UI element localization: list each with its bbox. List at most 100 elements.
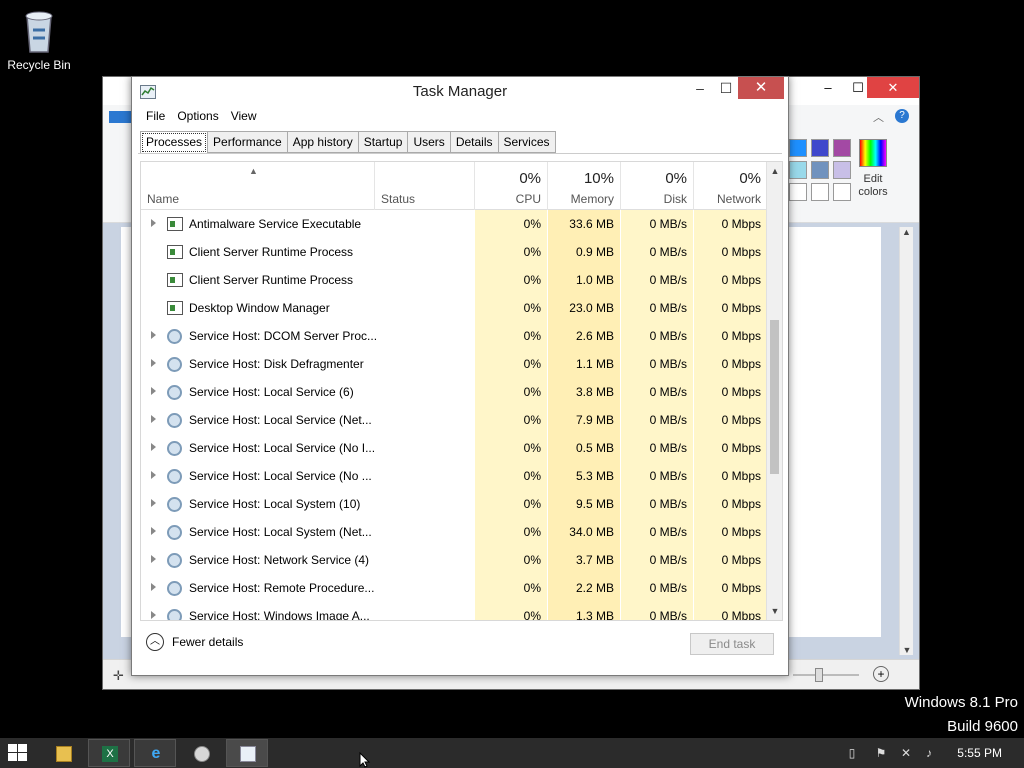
- disk-value: 0 MB/s: [621, 294, 693, 322]
- scroll-down-icon[interactable]: ▼: [767, 604, 782, 618]
- minimize-button[interactable]: –: [686, 77, 714, 99]
- color-swatch[interactable]: [833, 139, 851, 157]
- tab-services[interactable]: Services: [498, 131, 556, 153]
- paint-minimize-button[interactable]: –: [813, 77, 843, 98]
- edit-colors-icon[interactable]: [859, 139, 887, 167]
- flag-icon[interactable]: ⚑: [874, 746, 888, 760]
- scroll-down-icon[interactable]: ▼: [900, 645, 914, 655]
- tab-performance[interactable]: Performance: [208, 131, 288, 153]
- expand-arrow-icon[interactable]: [151, 499, 156, 507]
- tab-divider: [138, 153, 782, 154]
- network-value: 0 Mbps: [694, 322, 767, 350]
- task-manager-titlebar[interactable]: Task Manager – ☐ ✕: [132, 77, 788, 107]
- zoom-slider-thumb[interactable]: [815, 668, 823, 682]
- table-row[interactable]: Service Host: Local Service (No I... 0% 0.…: [141, 434, 767, 462]
- column-header-cpu[interactable]: 0% CPU: [475, 162, 548, 210]
- table-row[interactable]: Service Host: Disk Defragmenter 0% 1.1 MB 0…: [141, 350, 767, 378]
- menu-view[interactable]: View: [225, 107, 263, 127]
- expand-arrow-icon[interactable]: [151, 527, 156, 535]
- table-row[interactable]: Service Host: Local Service (6) 0% 3.8 MB 0…: [141, 378, 767, 406]
- table-row[interactable]: Desktop Window Manager 0% 23.0 MB 0 MB/s 0 M…: [141, 294, 767, 322]
- menu-options[interactable]: Options: [171, 107, 224, 127]
- expand-arrow-icon[interactable]: [151, 331, 156, 339]
- recycle-bin[interactable]: Recycle Bin: [6, 6, 72, 72]
- column-header-network[interactable]: 0% Network: [694, 162, 767, 210]
- color-swatch[interactable]: [811, 139, 829, 157]
- menu-file[interactable]: File: [140, 107, 171, 127]
- color-swatch[interactable]: [811, 183, 829, 201]
- help-icon[interactable]: ?: [895, 109, 909, 123]
- task-manager-window[interactable]: Task Manager – ☐ ✕ File Options View Pro…: [131, 76, 789, 676]
- expand-arrow-icon[interactable]: [151, 415, 156, 423]
- taskbar-clock[interactable]: 5:55 PM: [957, 746, 1002, 760]
- cpu-value: 0%: [475, 490, 547, 518]
- taskbar-file-explorer[interactable]: [42, 739, 84, 767]
- column-header-memory[interactable]: 10% Memory: [548, 162, 621, 210]
- paint-file-tab[interactable]: [109, 111, 131, 123]
- column-header-name[interactable]: Name: [141, 162, 375, 210]
- table-row[interactable]: Service Host: Local System (Net... 0% 34.0…: [141, 518, 767, 546]
- maximize-button[interactable]: ☐: [712, 77, 740, 99]
- scroll-up-icon[interactable]: ▲: [767, 164, 782, 178]
- memory-value: 3.8 MB: [548, 378, 620, 406]
- cpu-value: 0%: [475, 602, 547, 620]
- process-name: Service Host: Remote Procedure...: [189, 581, 375, 595]
- process-list-scrollbar[interactable]: ▲ ▼: [766, 162, 782, 620]
- scroll-up-icon[interactable]: ▲: [900, 227, 913, 237]
- color-swatch[interactable]: [833, 161, 851, 179]
- edit-colors-label[interactable]: Edit colors: [851, 173, 895, 199]
- taskbar-internet-explorer[interactable]: e: [134, 739, 176, 767]
- color-swatch[interactable]: [789, 139, 807, 157]
- table-row[interactable]: Service Host: Local Service (Net... 0% 7.9…: [141, 406, 767, 434]
- network-icon[interactable]: ✕: [899, 746, 913, 760]
- column-header-disk[interactable]: 0% Disk: [621, 162, 694, 210]
- paint-vertical-scrollbar[interactable]: ▲ ▼: [899, 227, 913, 655]
- table-row[interactable]: Service Host: Windows Image A... 0% 1.3 MB…: [141, 602, 767, 620]
- table-row[interactable]: Service Host: Local Service (No ... 0% 5.3…: [141, 462, 767, 490]
- tab-users[interactable]: Users: [408, 131, 451, 153]
- table-row[interactable]: Service Host: Network Service (4) 0% 3.7 M…: [141, 546, 767, 574]
- fewer-details-button[interactable]: ︿ Fewer details: [146, 633, 243, 651]
- table-row[interactable]: Client Server Runtime Process 0% 0.9 MB 0 M…: [141, 238, 767, 266]
- tab-startup[interactable]: Startup: [358, 131, 409, 153]
- memory-value: 1.0 MB: [548, 266, 620, 294]
- memory-value: 5.3 MB: [548, 462, 620, 490]
- expand-arrow-icon[interactable]: [151, 471, 156, 479]
- taskbar-task-manager[interactable]: [226, 739, 268, 767]
- table-row[interactable]: Service Host: DCOM Server Proc... 0% 2.6 M…: [141, 322, 767, 350]
- taskbar-excel[interactable]: X: [88, 739, 130, 767]
- volume-icon[interactable]: ♪: [922, 746, 936, 760]
- color-swatch[interactable]: [789, 183, 807, 201]
- color-swatch[interactable]: [811, 161, 829, 179]
- start-button[interactable]: [8, 744, 28, 762]
- color-swatch[interactable]: [833, 183, 851, 201]
- process-list[interactable]: ▲ Name Status 0% CPU 10% Memory 0% Disk …: [140, 161, 783, 621]
- expand-arrow-icon[interactable]: [151, 387, 156, 395]
- expand-arrow-icon[interactable]: [151, 359, 156, 367]
- color-swatch[interactable]: [789, 161, 807, 179]
- tab-processes[interactable]: Processes: [140, 131, 209, 154]
- table-row[interactable]: Antimalware Service Executable 0% 33.6 MB 0…: [141, 210, 767, 238]
- expand-arrow-icon[interactable]: [151, 611, 156, 619]
- close-button[interactable]: ✕: [738, 77, 784, 99]
- tab-details[interactable]: Details: [450, 131, 499, 153]
- expand-arrow-icon[interactable]: [151, 555, 156, 563]
- action-center-icon[interactable]: ▯: [845, 746, 859, 760]
- zoom-in-icon[interactable]: +: [873, 666, 889, 682]
- ribbon-collapse-icon[interactable]: ︿: [873, 109, 884, 125]
- end-task-button[interactable]: End task: [690, 633, 774, 655]
- column-header-status[interactable]: Status: [375, 162, 475, 210]
- scrollbar-thumb[interactable]: [770, 320, 779, 474]
- tab-app-history[interactable]: App history: [287, 131, 359, 153]
- expand-arrow-icon[interactable]: [151, 443, 156, 451]
- expand-arrow-icon[interactable]: [151, 219, 156, 227]
- zoom-slider[interactable]: [793, 674, 859, 676]
- table-row[interactable]: Client Server Runtime Process 0% 1.0 MB 0 M…: [141, 266, 767, 294]
- service-host-icon: [167, 329, 182, 344]
- taskbar-paint[interactable]: [180, 739, 222, 767]
- process-name: Service Host: Local System (10): [189, 497, 361, 511]
- paint-close-button[interactable]: ✕: [867, 77, 919, 98]
- table-row[interactable]: Service Host: Local System (10) 0% 9.5 MB 0…: [141, 490, 767, 518]
- table-row[interactable]: Service Host: Remote Procedure... 0% 2.2 M…: [141, 574, 767, 602]
- expand-arrow-icon[interactable]: [151, 583, 156, 591]
